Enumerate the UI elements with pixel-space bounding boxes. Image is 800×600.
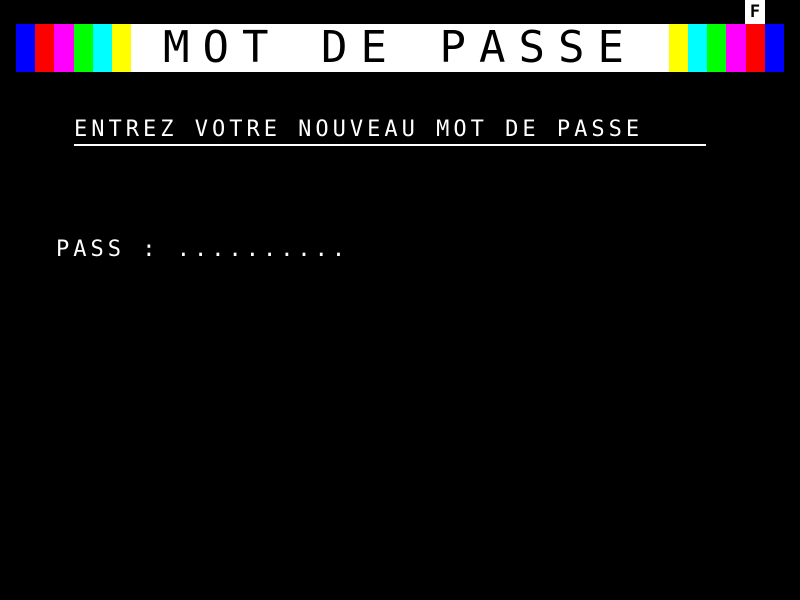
color-stripe-left-5 — [111, 24, 132, 72]
instruction-heading: ENTREZ VOTRE NOUVEAU MOT DE PASSE — [74, 116, 706, 146]
color-stripe-right-1 — [688, 24, 708, 72]
color-stripe-left-3 — [73, 24, 93, 72]
title-bar: MOT DE PASSE — [16, 24, 784, 72]
color-stripe-left-2 — [54, 24, 74, 72]
status-indicator: F — [745, 0, 765, 24]
color-stripes-left — [16, 24, 132, 72]
minitel-screen — [16, 0, 784, 600]
color-stripe-left-1 — [35, 24, 55, 72]
password-row: PASS : .......... — [56, 236, 349, 264]
password-input[interactable]: .......... — [177, 236, 349, 264]
password-label: PASS : — [56, 237, 177, 262]
color-stripe-right-0 — [668, 24, 689, 72]
color-stripe-right-2 — [707, 24, 727, 72]
color-stripe-right-3 — [726, 24, 746, 72]
color-stripe-left-4 — [92, 24, 112, 72]
color-stripes-right — [668, 24, 784, 72]
page-title: MOT DE PASSE — [131, 24, 669, 72]
color-stripe-right-4 — [745, 24, 765, 72]
color-stripe-left-0 — [16, 24, 36, 72]
color-stripe-right-5 — [764, 24, 784, 72]
